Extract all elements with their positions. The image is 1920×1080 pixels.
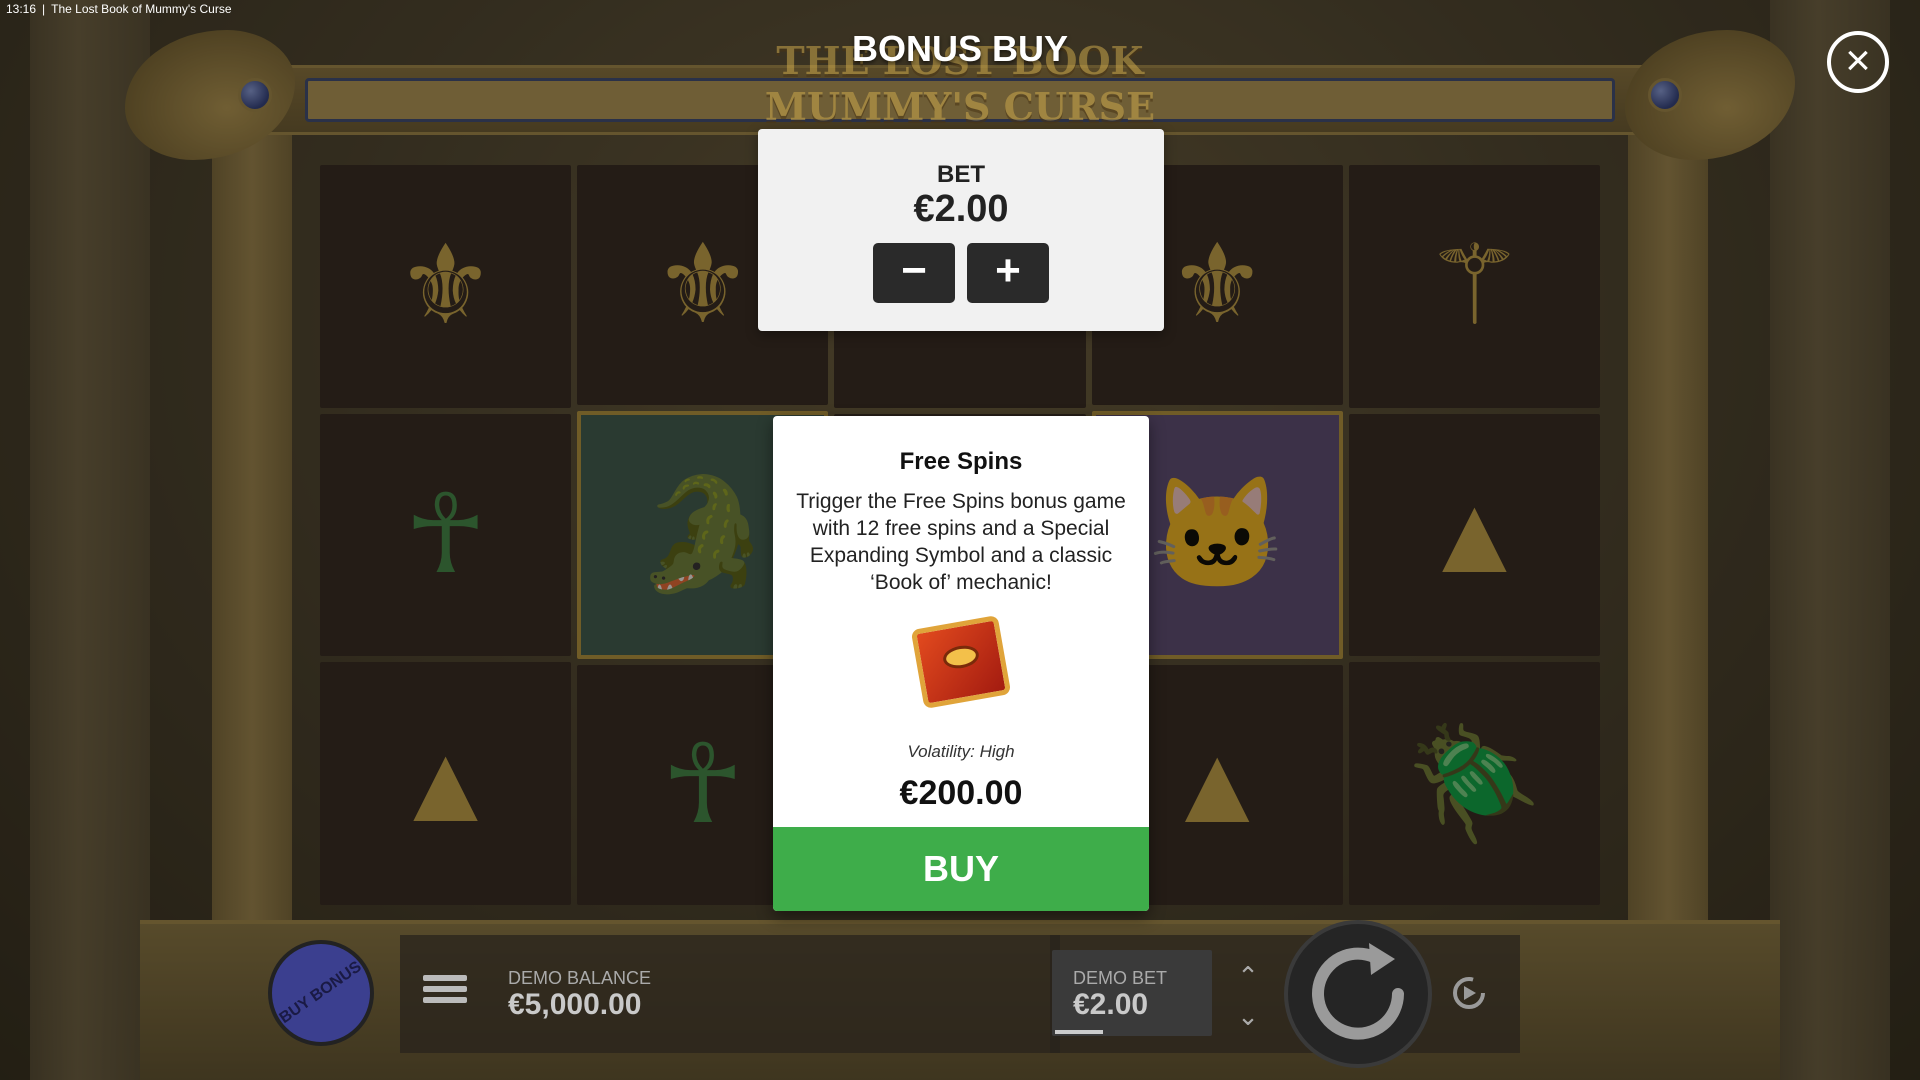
book-of-horus-icon xyxy=(909,614,1013,714)
spin-icon xyxy=(1312,943,1404,1040)
offer-title: Free Spins xyxy=(899,448,1023,475)
status-bar: 13:16 | The Lost Book of Mummy's Curse xyxy=(6,2,232,16)
close-button[interactable]: × xyxy=(1827,31,1889,93)
menu-button[interactable] xyxy=(423,975,467,1011)
demo-bet-indicator xyxy=(1055,1030,1103,1034)
spin-button[interactable] xyxy=(1284,920,1432,1068)
status-time: 13:16 xyxy=(6,2,37,16)
demo-bet-value: €2.00 xyxy=(1073,988,1149,1021)
balance-label: DEMO BALANCE xyxy=(508,968,652,988)
status-separator: | xyxy=(42,2,46,16)
bet-down-icon[interactable]: ⌄ xyxy=(1233,1001,1263,1031)
bet-increase-button[interactable]: + xyxy=(967,243,1049,303)
autoplay-button[interactable] xyxy=(1448,972,1490,1014)
offer-volatility: Volatility: High xyxy=(907,742,1015,761)
balance-value: €5,000.00 xyxy=(508,988,642,1021)
close-icon: × xyxy=(1845,36,1871,85)
bet-label: BET xyxy=(937,161,985,188)
dialog-title: BONUS BUY xyxy=(851,28,1069,69)
demo-bet-label: DEMO BET xyxy=(1073,968,1168,988)
bet-panel: BET €2.00 − + xyxy=(758,129,1164,331)
bet-up-icon[interactable]: ⌃ xyxy=(1233,961,1263,991)
control-bar-left xyxy=(400,935,1060,1053)
logo-line2: MUMMY'S CURSE xyxy=(764,84,1156,129)
menu-icon xyxy=(423,975,467,981)
bet-decrease-button[interactable]: − xyxy=(873,243,955,303)
autoplay-icon xyxy=(1453,977,1485,1009)
free-spins-offer-card: Free Spins Trigger the Free Spins bonus … xyxy=(773,416,1149,911)
window-title: The Lost Book of Mummy's Curse xyxy=(51,2,232,16)
buy-bonus-label: BUY BONUS xyxy=(276,958,365,1028)
buy-button[interactable]: BUY xyxy=(773,827,1149,911)
buy-bonus-button[interactable]: BUY BONUS xyxy=(268,940,374,1046)
offer-price: €200.00 xyxy=(899,774,1023,812)
offer-description: Trigger the Free Spins bonus game with 1… xyxy=(796,490,1126,594)
bet-value: €2.00 xyxy=(913,188,1009,230)
bet-stepper: − + xyxy=(758,243,1164,303)
